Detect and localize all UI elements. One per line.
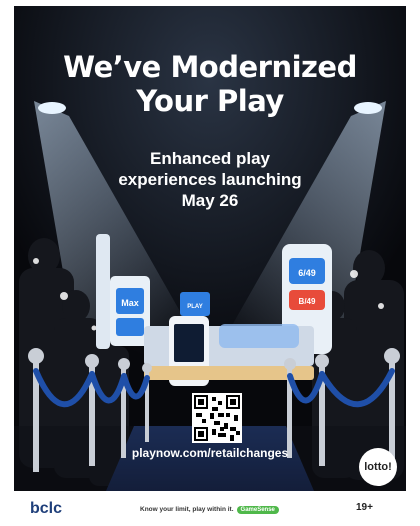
- ticket-terminal-screen: [174, 324, 204, 362]
- age-restriction: 19+: [356, 502, 373, 513]
- subheadline-line-1: Enhanced play: [150, 149, 270, 168]
- headline: We’ve Modernized Your Play: [14, 50, 406, 118]
- kiosk-pillar-left: [96, 234, 110, 349]
- kiosk-screen-right-bottom-label: B/49: [299, 297, 316, 306]
- kiosk-glass-case: [219, 324, 299, 348]
- tagline-text: Know your limit, play within it.: [140, 506, 234, 513]
- gamesense-logo: GameSense: [236, 506, 279, 514]
- promo-poster: Max 6/49 B/49 PLAY We’ve Modernized Your…: [14, 6, 406, 491]
- responsible-gaming-tagline: Know your limit, play within it. GameSens…: [140, 506, 279, 514]
- qr-code[interactable]: [192, 393, 242, 443]
- kiosk-screen-right-top-label: 6/49: [298, 268, 316, 278]
- bclc-logo: bclc: [30, 500, 63, 517]
- lotto-badge-label: lotto!: [364, 461, 392, 473]
- subheadline-line-3: May 26: [181, 191, 239, 210]
- headline-line-2: Your Play: [136, 84, 284, 118]
- page: Max 6/49 B/49 PLAY We’ve Modernized Your…: [0, 0, 420, 526]
- qr-code-icon: [192, 393, 242, 443]
- subheadline-line-2: experiences launching: [118, 170, 302, 189]
- kiosk-screen-left-label: Max: [121, 298, 139, 308]
- subheadline: Enhanced play experiences launching May …: [14, 148, 406, 211]
- kiosk-screen-left-lower: [116, 318, 144, 336]
- headline-line-1: We’ve Modernized: [63, 50, 357, 84]
- lotto-badge: lotto!: [359, 448, 397, 486]
- kiosk-panel-label: PLAY: [187, 304, 202, 310]
- retail-changes-link[interactable]: playnow.com/retailchanges: [14, 446, 406, 460]
